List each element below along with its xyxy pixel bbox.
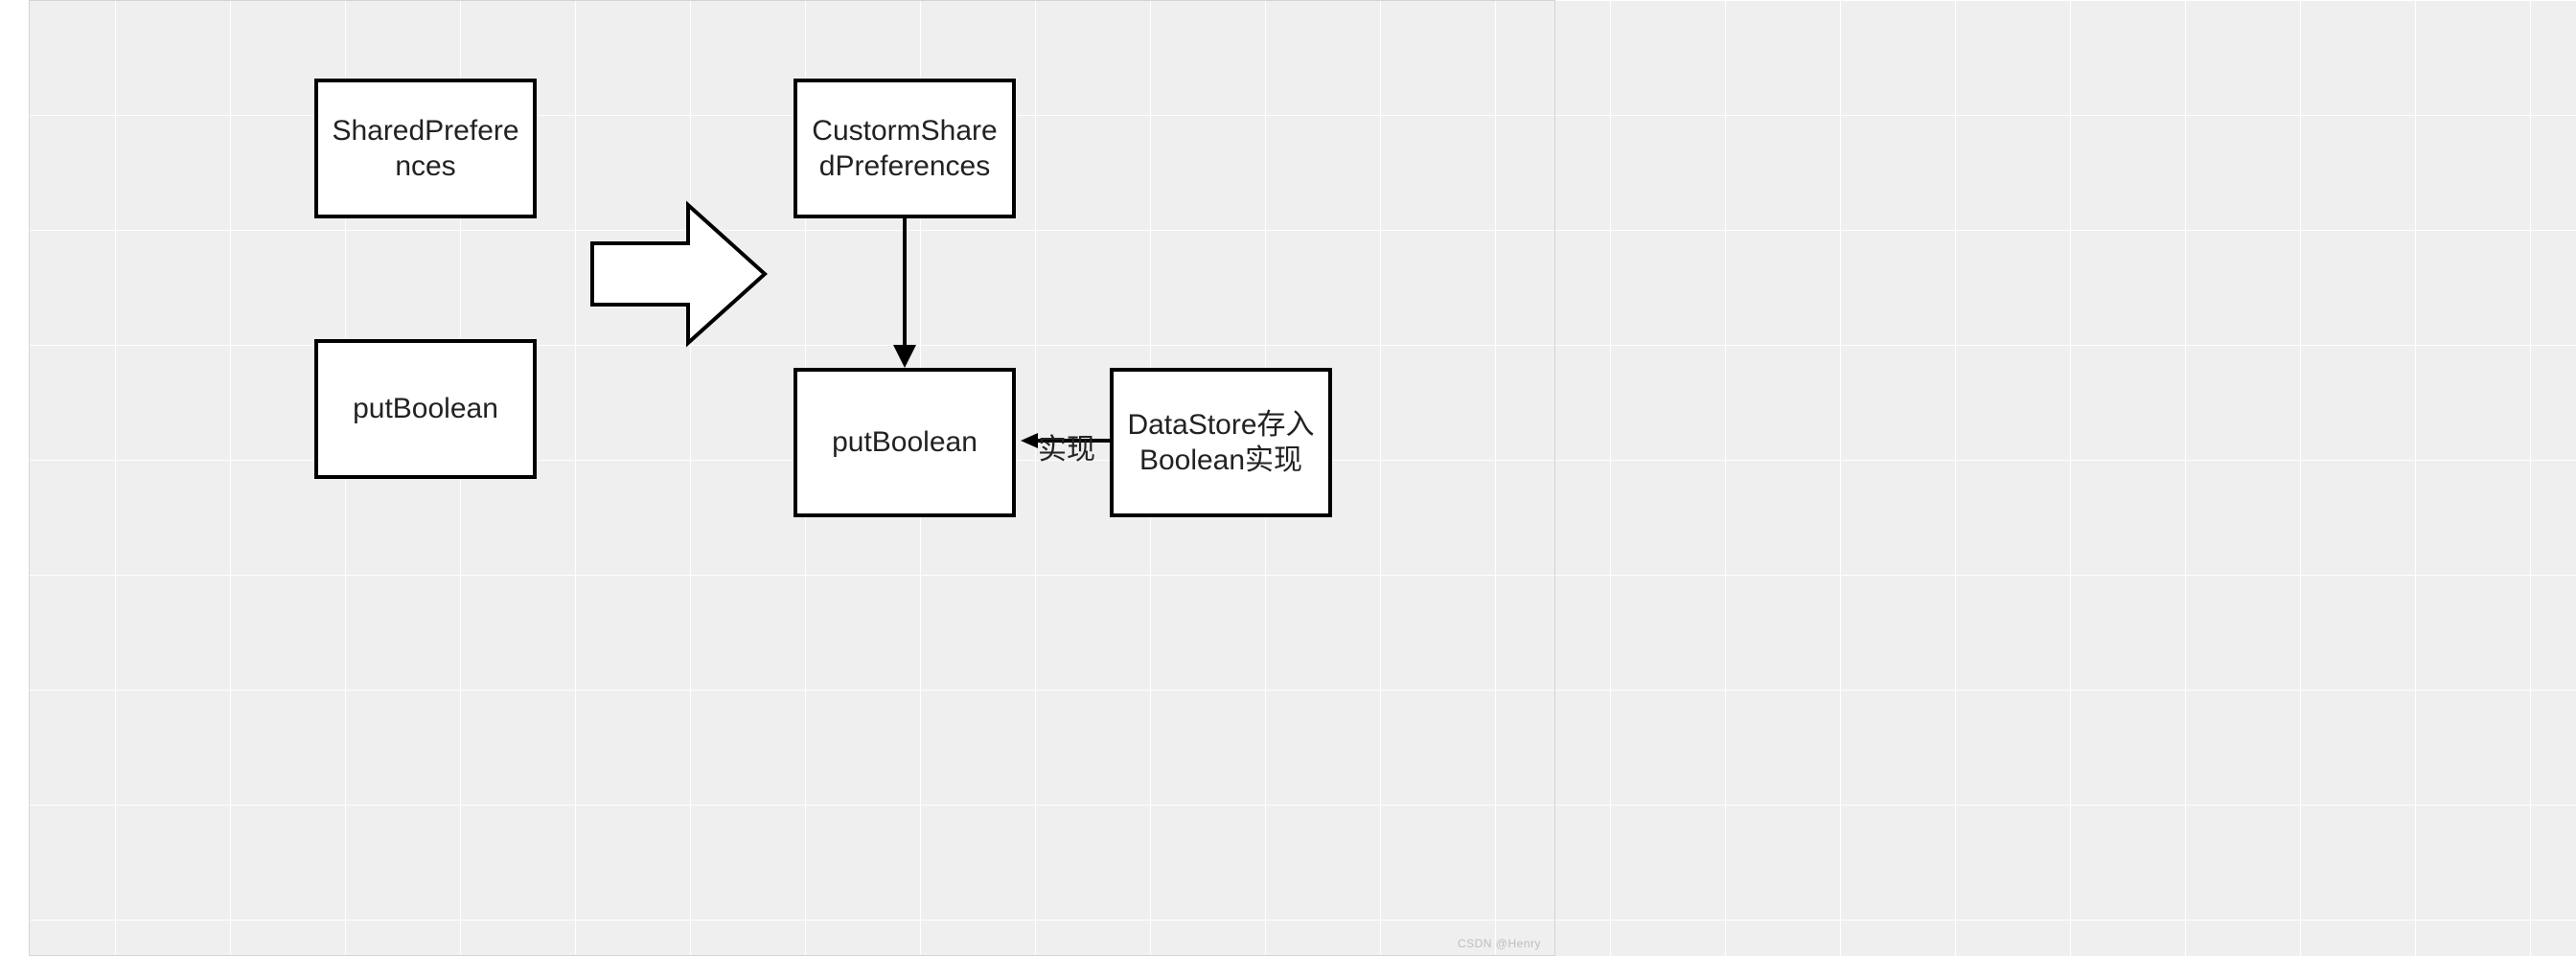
node-custom-shared-preferences[interactable]: CustormSharedPreferences (794, 79, 1016, 218)
transform-arrow-icon (592, 205, 765, 343)
node-put-boolean-right[interactable]: putBoolean (794, 368, 1016, 517)
node-label: SharedPreferences (326, 113, 525, 185)
node-label: putBoolean (353, 391, 498, 427)
node-label: CustormSharedPreferences (805, 113, 1004, 185)
node-label: putBoolean (832, 424, 978, 461)
edge-label-implements: 实现 (1038, 425, 1095, 467)
inherits-arrow-icon (886, 218, 924, 368)
node-shared-preferences[interactable]: SharedPreferences (314, 79, 537, 218)
node-datastore-boolean-impl[interactable]: DataStore存入Boolean实现 (1110, 368, 1332, 517)
watermark: CSDN @Henry (1458, 937, 1541, 950)
node-label: DataStore存入Boolean实现 (1121, 407, 1321, 479)
left-gutter (0, 0, 29, 956)
node-put-boolean-left[interactable]: putBoolean (314, 339, 537, 479)
